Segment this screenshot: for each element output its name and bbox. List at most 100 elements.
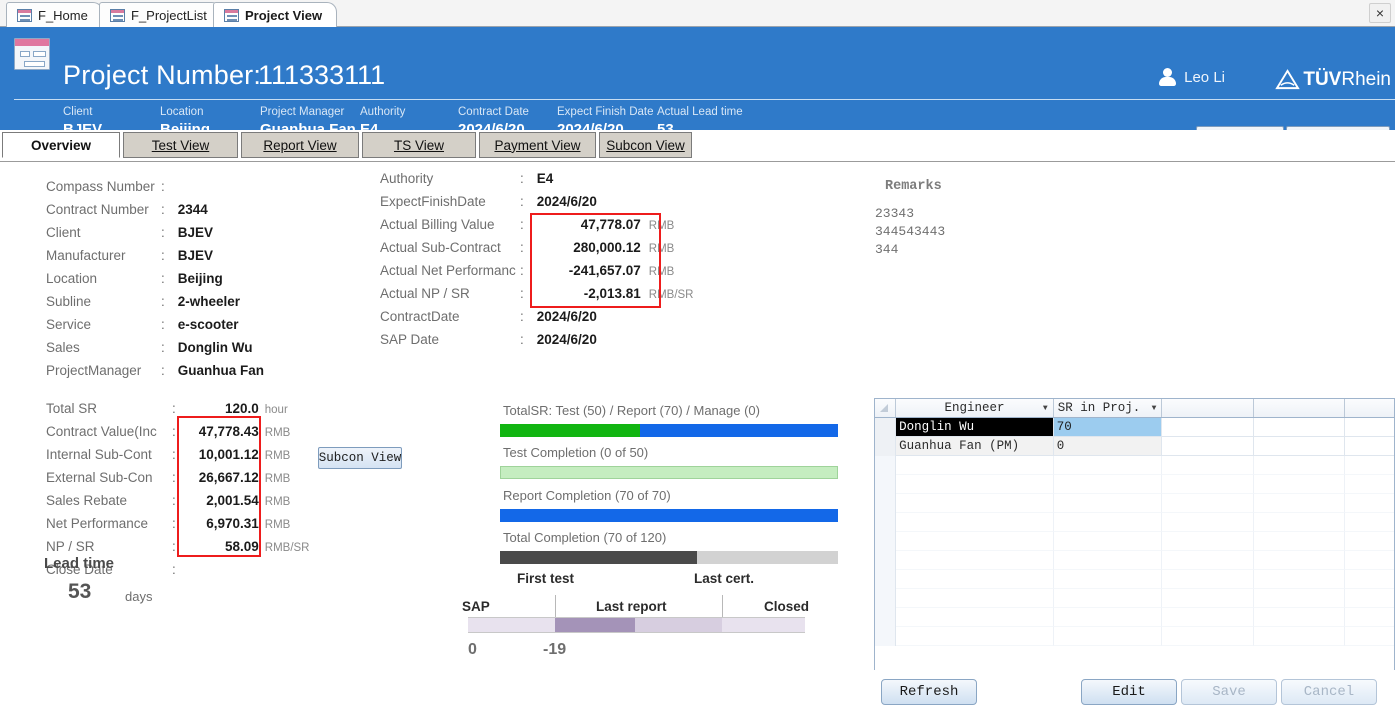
cell-empty[interactable] (896, 456, 1054, 475)
row-selector[interactable] (875, 437, 897, 456)
cell-empty[interactable] (1344, 608, 1394, 627)
refresh-button[interactable]: Refresh (881, 679, 977, 705)
table-row-empty[interactable] (875, 494, 1394, 513)
table-row-empty[interactable] (875, 475, 1394, 494)
tab-ts-view[interactable]: TS View (362, 132, 476, 158)
engineer-grid[interactable]: Engineer ▼ SR in Proj. ▼ Donglin Wu 70 G… (874, 398, 1395, 714)
cell-empty[interactable] (1253, 475, 1345, 494)
row-selector[interactable] (875, 456, 897, 475)
table-row-empty[interactable] (875, 551, 1394, 570)
window-tab-project-view[interactable]: Project View (213, 2, 338, 27)
row-selector[interactable] (875, 532, 897, 551)
cell-empty[interactable] (1053, 608, 1163, 627)
cell-engineer[interactable]: Donglin Wu (896, 418, 1054, 437)
cell-empty[interactable] (896, 513, 1054, 532)
cell-empty[interactable] (1162, 627, 1254, 646)
cell-sr-in-proj[interactable]: 70 (1053, 418, 1163, 437)
cell-empty[interactable] (896, 551, 1054, 570)
cell-empty[interactable] (1253, 456, 1345, 475)
tab-payment-view[interactable]: Payment View (479, 132, 596, 158)
table-row-empty[interactable] (875, 608, 1394, 627)
cell-empty[interactable] (1162, 437, 1254, 456)
table-row[interactable]: Guanhua Fan (PM) 0 (875, 437, 1394, 456)
cell-empty[interactable] (1344, 437, 1394, 456)
table-row-empty[interactable] (875, 456, 1394, 475)
cell-empty[interactable] (1344, 513, 1394, 532)
table-row-empty[interactable] (875, 532, 1394, 551)
chevron-down-icon[interactable]: ▼ (1043, 404, 1048, 413)
table-row-empty[interactable] (875, 570, 1394, 589)
tab-subcon-view[interactable]: Subcon View (599, 132, 692, 158)
cell-empty[interactable] (1053, 456, 1163, 475)
cell-empty[interactable] (1053, 551, 1163, 570)
cell-empty[interactable] (1344, 494, 1394, 513)
cell-empty[interactable] (1053, 570, 1163, 589)
row-selector[interactable] (875, 608, 897, 627)
row-selector[interactable] (875, 551, 897, 570)
cell-empty[interactable] (1253, 608, 1345, 627)
table-row-empty[interactable] (875, 589, 1394, 608)
cell-empty[interactable] (1162, 456, 1254, 475)
user-account[interactable]: Leo Li (1159, 68, 1225, 86)
grid-select-all-corner[interactable] (875, 399, 897, 417)
cell-empty[interactable] (1162, 513, 1254, 532)
column-header-sr-in-proj[interactable]: SR in Proj. ▼ (1054, 399, 1163, 417)
table-row-empty[interactable] (875, 627, 1394, 646)
cell-sr-in-proj[interactable]: 0 (1053, 437, 1163, 456)
window-tab-f-projectlist[interactable]: F_ProjectList (99, 2, 222, 27)
cell-empty[interactable] (1253, 551, 1345, 570)
tab-report-view[interactable]: Report View (241, 132, 359, 158)
cell-empty[interactable] (1253, 532, 1345, 551)
tab-test-view[interactable]: Test View (123, 132, 238, 158)
cell-empty[interactable] (1253, 437, 1345, 456)
cell-empty[interactable] (1344, 570, 1394, 589)
tab-overview[interactable]: Overview (2, 132, 120, 158)
cell-empty[interactable] (1162, 551, 1254, 570)
cell-empty[interactable] (1053, 475, 1163, 494)
row-selector[interactable] (875, 494, 897, 513)
close-icon[interactable]: × (1369, 3, 1391, 23)
cell-empty[interactable] (896, 627, 1054, 646)
subcon-view-button[interactable]: Subcon View (318, 447, 402, 469)
cell-empty[interactable] (896, 570, 1054, 589)
edit-button[interactable]: Edit (1081, 679, 1177, 705)
cell-empty[interactable] (1253, 570, 1345, 589)
cell-empty[interactable] (896, 608, 1054, 627)
row-selector[interactable] (875, 513, 897, 532)
window-tab-f-home[interactable]: F_Home (6, 2, 103, 27)
cell-empty[interactable] (1344, 551, 1394, 570)
cell-empty[interactable] (1344, 532, 1394, 551)
cell-empty[interactable] (896, 494, 1054, 513)
chevron-down-icon[interactable]: ▼ (1152, 404, 1157, 413)
cell-empty[interactable] (1053, 627, 1163, 646)
cell-empty[interactable] (1162, 608, 1254, 627)
cell-empty[interactable] (1162, 418, 1254, 437)
column-header-engineer[interactable]: Engineer ▼ (896, 399, 1054, 417)
cell-empty[interactable] (1253, 627, 1345, 646)
cell-empty[interactable] (1344, 627, 1394, 646)
cell-empty[interactable] (1253, 589, 1345, 608)
cell-empty[interactable] (1162, 570, 1254, 589)
cell-empty[interactable] (1162, 532, 1254, 551)
cell-empty[interactable] (1053, 494, 1163, 513)
cell-engineer[interactable]: Guanhua Fan (PM) (896, 437, 1054, 456)
cell-empty[interactable] (1053, 513, 1163, 532)
cell-empty[interactable] (1344, 456, 1394, 475)
cell-empty[interactable] (1253, 418, 1345, 437)
cell-empty[interactable] (1053, 589, 1163, 608)
cell-empty[interactable] (1344, 418, 1394, 437)
cell-empty[interactable] (1162, 494, 1254, 513)
cell-empty[interactable] (1344, 589, 1394, 608)
cell-empty[interactable] (896, 475, 1054, 494)
cell-empty[interactable] (1162, 475, 1254, 494)
cell-empty[interactable] (1053, 532, 1163, 551)
table-row-empty[interactable] (875, 513, 1394, 532)
row-selector[interactable] (875, 589, 897, 608)
row-selector[interactable] (875, 418, 897, 437)
cell-empty[interactable] (1162, 589, 1254, 608)
table-row[interactable]: Donglin Wu 70 (875, 418, 1394, 437)
cell-empty[interactable] (1253, 494, 1345, 513)
cell-empty[interactable] (896, 589, 1054, 608)
cell-empty[interactable] (896, 532, 1054, 551)
cell-empty[interactable] (1344, 475, 1394, 494)
